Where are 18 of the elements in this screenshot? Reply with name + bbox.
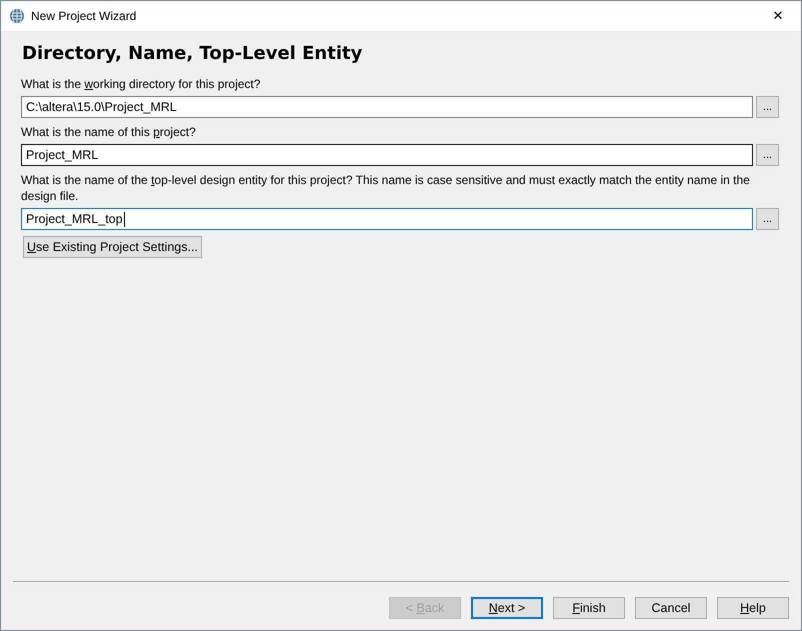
text-field[interactable]: C:\altera\15.0\Project_MRL [21,96,753,118]
dialog-button[interactable]: Finish [553,597,625,619]
settings-button[interactable]: Use Existing Project Settings... [23,236,202,258]
dialog-button[interactable]: Next > [471,597,543,619]
text-field[interactable]: Project_MRL_top [21,208,753,230]
globe-icon [9,8,25,24]
browse-button[interactable]: ... [756,144,779,166]
field-label: What is the working directory for this project? [21,76,262,92]
dialog-button[interactable]: Cancel [635,597,707,619]
browse-button[interactable]: ... [756,208,779,230]
page-heading: Directory, Name, Top-Level Entity [22,43,364,64]
dialog-button[interactable]: Help [717,597,789,619]
field-label: What is the name of the top-level design entity for this project? This name is case sensitive and must exactly match the entity name in the design file. [21,172,751,204]
window-title: New Project Wizard [31,9,136,23]
close-button[interactable]: ✕ [755,1,801,31]
field-label: What is the name of this project? [21,124,197,140]
browse-button[interactable]: ... [756,96,779,118]
text-field[interactable]: Project_MRL [21,144,753,166]
